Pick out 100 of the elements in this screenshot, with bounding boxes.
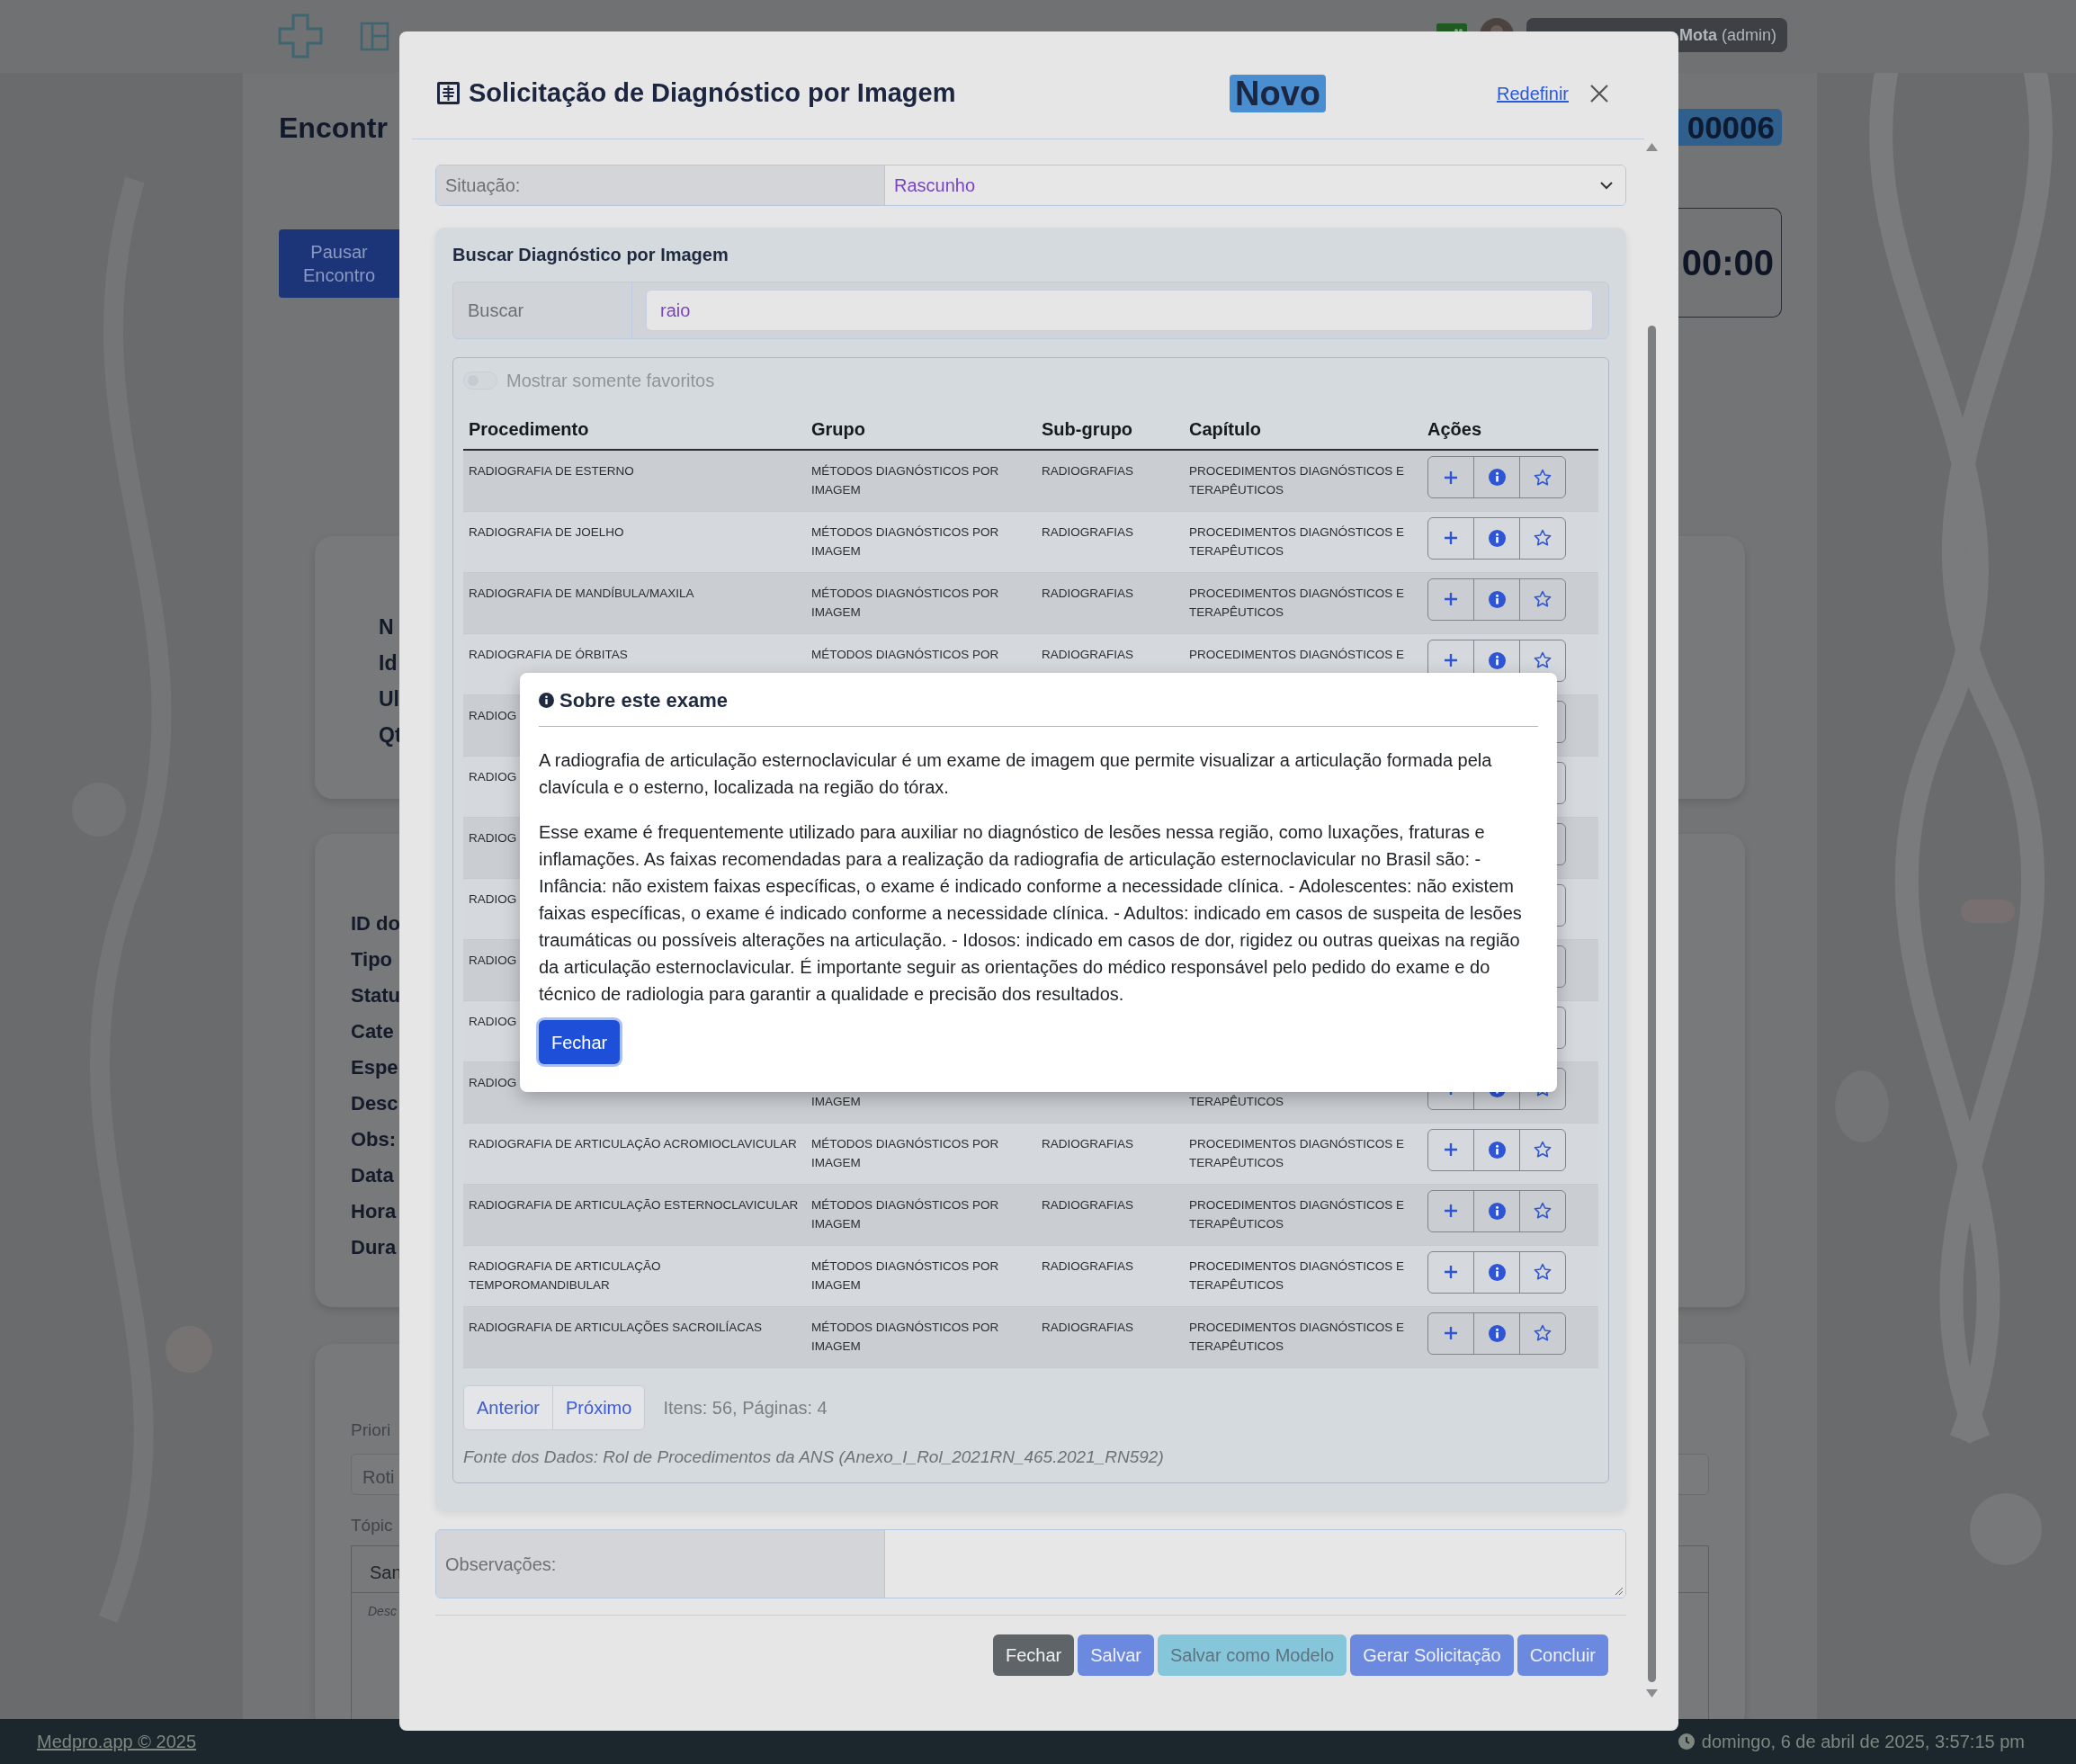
- action-button[interactable]: Concluir: [1517, 1634, 1608, 1676]
- pause-button[interactable]: Pausar Encontro: [279, 229, 399, 298]
- favorite-button[interactable]: [1519, 1189, 1566, 1232]
- table-cell: PROCEDIMENTOS DIAGNÓSTICOS E TERAPÊUTICOS: [1189, 1320, 1405, 1353]
- table-cell: RADIOG: [469, 830, 517, 845]
- action-button[interactable]: Salvar: [1078, 1634, 1154, 1676]
- table-cell: MÉTODOS DIAGNÓSTICOS POR IMAGEM: [811, 524, 999, 558]
- table-cell: RADIOG: [469, 1014, 517, 1028]
- pagination-summary: Itens: 56, Páginas: 4: [663, 1396, 828, 1419]
- info-button[interactable]: [1473, 1250, 1520, 1294]
- favorite-button[interactable]: [1519, 516, 1566, 560]
- field-label: Data: [351, 1163, 394, 1188]
- favorite-button[interactable]: [1519, 1250, 1566, 1294]
- favorite-button[interactable]: [1519, 578, 1566, 621]
- table-cell: RADIOGRAFIA DE ARTICULAÇÃO TEMPOROMANDIBULAR: [469, 1258, 661, 1292]
- table-cell: RADIOG: [469, 891, 517, 906]
- action-button[interactable]: Fechar: [992, 1634, 1075, 1676]
- table-cell: PROCEDIMENTOS DIAGNÓSTICOS E TERAPÊUTICOS: [1189, 1258, 1405, 1292]
- favorite-button[interactable]: [1519, 1312, 1566, 1355]
- table-cell: RADIOG: [469, 1075, 517, 1089]
- table-cell-text: IMAGEM: [811, 1093, 862, 1110]
- plus-icon: [1443, 1264, 1459, 1280]
- action-button[interactable]: Salvar como Modelo: [1157, 1634, 1347, 1676]
- table-cell: RADIOGRAFIA DE ARTICULAÇÃO ACROMIOCLAVICULAR: [469, 1136, 797, 1151]
- toggle-label: Mostrar somente favoritos: [506, 370, 715, 392]
- table-cell: MÉTODOS DIAGNÓSTICOS POR IMAGEM: [811, 1258, 999, 1292]
- table-cell: MÉTODOS DIAGNÓSTICOS POR IMAGEM: [811, 1320, 999, 1353]
- field-label: Buscar: [453, 282, 632, 338]
- table-cell: RADIOGRAFIA DE ARTICULAÇÕES SACROILÍACAS: [469, 1320, 763, 1334]
- close-button[interactable]: Fechar: [539, 1020, 621, 1064]
- plus-icon: [1443, 530, 1459, 546]
- field-label: Desc: [351, 1091, 398, 1116]
- star-icon: [1534, 1263, 1552, 1281]
- scroll-up-icon[interactable]: [1646, 143, 1658, 151]
- field-label: Tópic: [351, 1515, 393, 1536]
- table-cell-text: TERAPÊUTICOS: [1189, 1093, 1284, 1110]
- add-button[interactable]: [1427, 1189, 1474, 1232]
- add-button[interactable]: [1427, 1128, 1474, 1171]
- add-button[interactable]: [1427, 516, 1474, 560]
- table-cell: PROCEDIMENTOS DIAGNÓSTICOS E: [1189, 647, 1405, 661]
- modal-title: Solicitação de Diagnóstico por Imagem: [469, 76, 956, 109]
- table-cell: RADIOGRAFIAS: [1042, 524, 1133, 539]
- plus-icon: [1443, 1142, 1459, 1158]
- plus-icon: [1443, 652, 1459, 668]
- field-label: Ul: [379, 686, 399, 712]
- add-button[interactable]: [1427, 456, 1474, 498]
- info-icon: [1488, 1263, 1506, 1281]
- field-label: Cate: [351, 1019, 394, 1044]
- scroll-down-icon[interactable]: [1646, 1689, 1658, 1697]
- add-button[interactable]: [1427, 578, 1474, 621]
- info-button[interactable]: [1473, 456, 1520, 498]
- table-cell: RADIOGRAFIA DE MANDÍBULA/MAXILA: [469, 586, 694, 600]
- reset-link[interactable]: Redefinir: [1496, 79, 1569, 107]
- table-cell: MÉTODOS DIAGNÓSTICOS POR IMAGEM: [811, 464, 999, 497]
- close-button[interactable]: [1588, 82, 1610, 104]
- info-button[interactable]: [1473, 1128, 1520, 1171]
- action-button[interactable]: Gerar Solicitação: [1350, 1634, 1514, 1676]
- table-cell: MÉTODOS DIAGNÓSTICOS POR IMAGEM: [811, 586, 999, 619]
- table-cell: PROCEDIMENTOS DIAGNÓSTICOS E TERAPÊUTICOS: [1189, 1197, 1405, 1231]
- page-button[interactable]: Próximo: [552, 1385, 645, 1429]
- status-badge: Novo: [1230, 74, 1326, 112]
- info-icon: [1488, 1324, 1506, 1342]
- favorite-button[interactable]: [1519, 456, 1566, 498]
- plus-icon: [1443, 591, 1459, 607]
- x-ray-icon: [437, 82, 460, 104]
- add-button[interactable]: [1427, 1250, 1474, 1294]
- card-title: Buscar Diagnóstico por Imagem: [452, 244, 729, 265]
- plus-icon: [1443, 469, 1459, 486]
- footer-link[interactable]: Medpro.app © 2025: [37, 1728, 197, 1755]
- dialog-title: Sobre este exame: [559, 688, 729, 713]
- plus-icon: [1443, 1203, 1459, 1219]
- info-button[interactable]: [1473, 1312, 1520, 1355]
- page-button[interactable]: Anterior: [464, 1385, 553, 1429]
- info-icon: [1488, 651, 1506, 669]
- field-label: Qt: [379, 722, 402, 748]
- paragraph: A radiografia de articulação esternoclavicular é um exame de imagem que permite visualizar a articulação formada pela clavícula e o esterno, localizada na região do tórax.: [539, 749, 1493, 799]
- info-button[interactable]: [1473, 516, 1520, 560]
- info-button[interactable]: [1473, 578, 1520, 621]
- paragraph: Esse exame é frequentemente utilizado para auxiliar no diagnóstico de lesões nessa região, como luxações, fraturas e inflamações. As faixas recomendadas para a realização da radiografia de articulação esternoclavicular no Brasil são: - Infância: não existem faixas específicas, o exame é indicado conforme a necessidade clínica. - Adolescentes: não existem faixas específicas, o exame é indicado conforme a necessidade clínica. - Adultos: indicado em casos de suspeita de lesões traumáticas ou possíveis alterações na articulação. - Idosos: indicado em casos de dor, rigidez ou outras queixas na região da articulação esternoclavicular. É importante seguir as orientações do médico responsável pelo pedido do exame e do técnico de radiologia para garantir a qualidade e precisão dos resultados.: [539, 821, 1523, 1006]
- star-icon: [1534, 1202, 1552, 1220]
- table-cell: RADIOG: [469, 708, 517, 722]
- plus-icon: [1443, 1325, 1459, 1341]
- table-cell: MÉTODOS DIAGNÓSTICOS POR IMAGEM: [811, 1136, 999, 1169]
- info-icon: [1488, 469, 1506, 486]
- add-button[interactable]: [1427, 1312, 1474, 1355]
- favorite-button[interactable]: [1519, 1128, 1566, 1171]
- table-cell: RADIOGRAFIAS: [1042, 586, 1133, 600]
- table-cell: RADIOG: [469, 953, 517, 967]
- table-cell: PROCEDIMENTOS DIAGNÓSTICOS E TERAPÊUTICOS: [1189, 524, 1405, 558]
- scrollbar-thumb[interactable]: [1648, 326, 1656, 1682]
- timer-text: 00:00: [1681, 242, 1774, 284]
- search-field[interactable]: raio: [646, 290, 1593, 331]
- info-icon: [1488, 590, 1506, 608]
- info-button[interactable]: [1473, 1189, 1520, 1232]
- clock-icon: [1678, 1733, 1695, 1750]
- star-icon: [1534, 1324, 1552, 1342]
- table-cell: PROCEDIMENTOS DIAGNÓSTICOS E TERAPÊUTICOS: [1189, 1136, 1405, 1169]
- table-cell: RADIOGRAFIAS: [1042, 647, 1133, 661]
- table-cell: RADIOGRAFIA DE ÓRBITAS: [469, 647, 628, 661]
- star-icon: [1534, 529, 1552, 547]
